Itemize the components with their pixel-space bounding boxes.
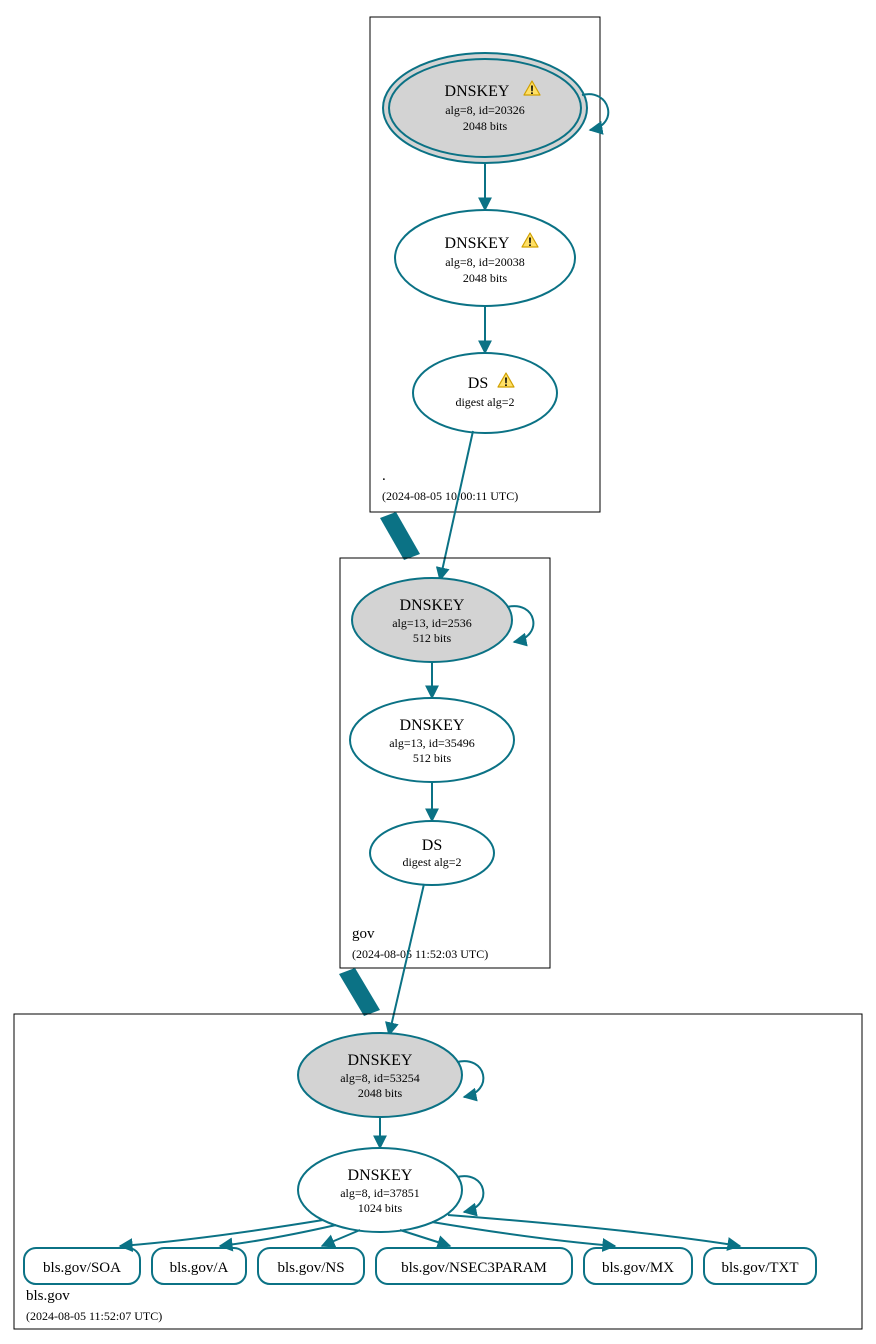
root-zsk-bits: 2048 bits — [463, 271, 508, 285]
gov-ds-meta: digest alg=2 — [402, 855, 461, 869]
delegation-arrow-icon — [339, 968, 380, 1016]
root-zsk-title: DNSKEY — [445, 235, 510, 252]
svg-text:DNSKEY: DNSKEY — [445, 235, 510, 252]
gov-zsk-node: DNSKEY alg=13, id=35496 512 bits — [350, 698, 514, 782]
svg-text:bls.gov/TXT: bls.gov/TXT — [721, 1260, 798, 1276]
gov-ksk-bits: 512 bits — [413, 631, 452, 645]
rrset-nsec3param: bls.gov/NSEC3PARAM — [376, 1248, 572, 1284]
gov-ksk-title: DNSKEY — [400, 597, 465, 614]
root-ksk-title: DNSKEY — [445, 83, 510, 100]
bls-zsk-meta: alg=8, id=37851 — [340, 1186, 420, 1200]
edge — [400, 1230, 450, 1246]
rrset-a: bls.gov/A — [152, 1248, 246, 1284]
svg-text:!: ! — [504, 375, 508, 389]
svg-text:bls.gov/MX: bls.gov/MX — [602, 1260, 674, 1276]
svg-text:bls.gov/SOA: bls.gov/SOA — [43, 1260, 121, 1276]
edge — [120, 1220, 323, 1246]
root-ksk-bits: 2048 bits — [463, 119, 508, 133]
gov-zsk-title: DNSKEY — [400, 717, 465, 734]
edge — [432, 1222, 615, 1246]
zone-root-name: . — [382, 468, 386, 484]
rrset-mx: bls.gov/MX — [584, 1248, 692, 1284]
rrset-ns: bls.gov/NS — [258, 1248, 364, 1284]
svg-text:bls.gov/NS: bls.gov/NS — [277, 1260, 344, 1276]
gov-ds-node: DS digest alg=2 — [370, 821, 494, 885]
gov-ksk-node: DNSKEY alg=13, id=2536 512 bits — [352, 578, 512, 662]
zone-bls-ts: (2024-08-05 11:52:07 UTC) — [26, 1309, 162, 1323]
svg-text:!: ! — [528, 235, 532, 249]
dnssec-auth-graph: . (2024-08-05 10:00:11 UTC) DNSKEY ! alg… — [0, 0, 876, 1344]
gov-zsk-bits: 512 bits — [413, 751, 452, 765]
root-ksk-node: DNSKEY ! alg=8, id=20326 2048 bits — [383, 53, 587, 163]
edge — [220, 1225, 336, 1246]
root-ds-title: DS — [468, 375, 488, 392]
svg-text:bls.gov/NSEC3PARAM: bls.gov/NSEC3PARAM — [401, 1260, 547, 1276]
bls-zsk-title: DNSKEY — [348, 1167, 413, 1184]
delegation-arrow-icon — [380, 512, 420, 560]
bls-ksk-meta: alg=8, id=53254 — [340, 1071, 420, 1085]
bls-ksk-title: DNSKEY — [348, 1052, 413, 1069]
svg-text:bls.gov/A: bls.gov/A — [170, 1260, 229, 1276]
zone-bls-name: bls.gov — [26, 1288, 70, 1304]
root-ksk-meta: alg=8, id=20326 — [445, 103, 525, 117]
root-ds-meta: digest alg=2 — [455, 395, 514, 409]
svg-text:DNSKEY: DNSKEY — [445, 83, 510, 100]
zone-gov-name: gov — [352, 926, 375, 942]
root-zsk-meta: alg=8, id=20038 — [445, 255, 525, 269]
svg-text:!: ! — [530, 83, 534, 97]
svg-text:DS: DS — [468, 375, 488, 392]
bls-zsk-bits: 1024 bits — [358, 1201, 403, 1215]
rrset-txt: bls.gov/TXT — [704, 1248, 816, 1284]
root-ds-node: DS ! digest alg=2 — [413, 353, 557, 433]
gov-zsk-meta: alg=13, id=35496 — [389, 736, 475, 750]
bls-ksk-bits: 2048 bits — [358, 1086, 403, 1100]
zone-gov-ts: (2024-08-05 11:52:03 UTC) — [352, 947, 488, 961]
gov-ds-title: DS — [422, 837, 442, 854]
root-zsk-node: DNSKEY ! alg=8, id=20038 2048 bits — [395, 210, 575, 306]
edge — [322, 1230, 360, 1246]
rrset-soa: bls.gov/SOA — [24, 1248, 140, 1284]
gov-ksk-meta: alg=13, id=2536 — [392, 616, 472, 630]
bls-ksk-node: DNSKEY alg=8, id=53254 2048 bits — [298, 1033, 462, 1117]
zone-root-ts: (2024-08-05 10:00:11 UTC) — [382, 489, 518, 503]
